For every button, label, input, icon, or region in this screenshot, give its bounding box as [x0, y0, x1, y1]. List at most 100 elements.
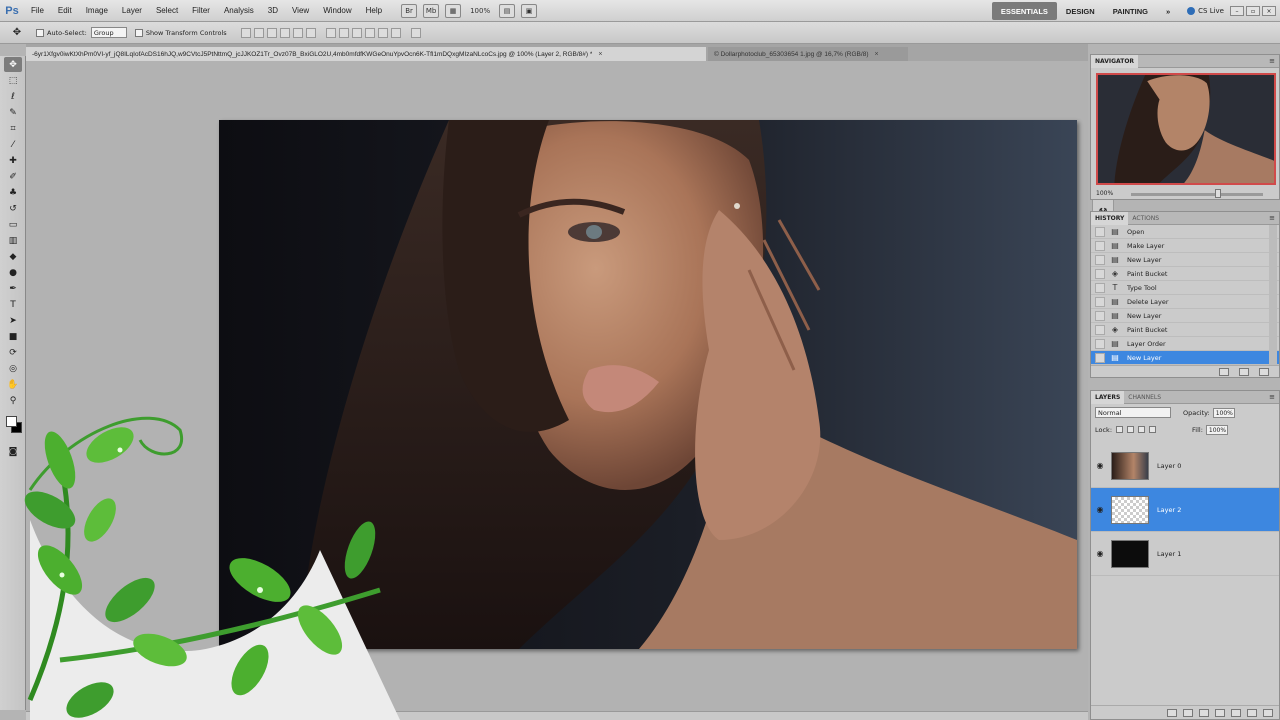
- panel-menu-icon[interactable]: ≡: [1269, 57, 1275, 65]
- tab-channels[interactable]: CHANNELS: [1124, 391, 1165, 404]
- auto-align-icon[interactable]: [410, 27, 421, 38]
- 3d-rotate-tool-icon[interactable]: ⟳: [4, 345, 22, 360]
- 3d-orbit-tool-icon[interactable]: ◎: [4, 361, 22, 376]
- align-middle-icon[interactable]: [253, 27, 264, 38]
- align-left-icon[interactable]: [279, 27, 290, 38]
- eraser-tool-icon[interactable]: ▭: [4, 217, 22, 232]
- history-brush-source-box[interactable]: [1095, 352, 1105, 363]
- menu-3d[interactable]: 3D: [261, 6, 285, 15]
- history-scrollbar[interactable]: [1269, 225, 1277, 365]
- history-brush-source-box[interactable]: [1095, 296, 1105, 307]
- workspace-more-button[interactable]: »: [1157, 0, 1179, 22]
- navigator-zoom-value[interactable]: 100%: [1096, 190, 1113, 197]
- history-item[interactable]: ▤ Layer Order: [1091, 337, 1279, 351]
- lock-all-icon[interactable]: [1149, 426, 1157, 433]
- eye-icon[interactable]: ◉: [1093, 461, 1107, 470]
- eye-icon[interactable]: ◉: [1093, 505, 1107, 514]
- panel-menu-icon[interactable]: ≡: [1269, 393, 1275, 401]
- menu-image[interactable]: Image: [79, 6, 115, 15]
- lock-transparency-icon[interactable]: [1116, 426, 1124, 433]
- document-canvas[interactable]: [219, 120, 1077, 649]
- tab-actions[interactable]: ACTIONS: [1128, 212, 1163, 225]
- navigator-preview[interactable]: [1096, 73, 1276, 185]
- distribute-center-icon[interactable]: [377, 27, 388, 38]
- pen-tool-icon[interactable]: ✒: [4, 281, 22, 296]
- history-brush-source-box[interactable]: [1095, 268, 1105, 279]
- show-transform-checkbox[interactable]: [134, 28, 143, 37]
- move-tool-preset-icon[interactable]: ✥: [6, 25, 28, 41]
- tab-close-icon[interactable]: ×: [598, 51, 602, 58]
- screen-mode-icon[interactable]: ▣: [521, 3, 538, 18]
- new-snapshot-icon[interactable]: [1239, 367, 1249, 376]
- history-item[interactable]: ◈ Paint Bucket: [1091, 267, 1279, 281]
- history-brush-tool-icon[interactable]: ↺: [4, 201, 22, 216]
- menu-layer[interactable]: Layer: [115, 6, 149, 15]
- distribute-middle-icon[interactable]: [338, 27, 349, 38]
- history-brush-source-box[interactable]: [1095, 310, 1105, 321]
- cs-live-button[interactable]: CS Live: [1187, 7, 1224, 15]
- minibridge-icon[interactable]: Mb: [423, 3, 440, 18]
- align-top-icon[interactable]: [240, 27, 251, 38]
- healing-brush-tool-icon[interactable]: ✚: [4, 153, 22, 168]
- new-group-icon[interactable]: [1231, 708, 1241, 717]
- history-item[interactable]: ▤ Delete Layer: [1091, 295, 1279, 309]
- navigator-zoom-slider[interactable]: [1131, 193, 1263, 196]
- delete-layer-icon[interactable]: [1263, 708, 1273, 717]
- distribute-bottom-icon[interactable]: [351, 27, 362, 38]
- menu-window[interactable]: Window: [316, 6, 358, 15]
- move-tool-icon[interactable]: ✥: [4, 57, 22, 72]
- layer-name[interactable]: Layer 0: [1157, 462, 1181, 470]
- lasso-tool-icon[interactable]: ℓ: [4, 89, 22, 104]
- blend-mode-select[interactable]: Normal: [1095, 407, 1171, 418]
- tab-history[interactable]: HISTORY: [1091, 211, 1129, 225]
- eyedropper-tool-icon[interactable]: ⁄: [4, 137, 22, 152]
- document-tab-inactive[interactable]: © Dollarphotoclub_65303654 1.jpg @ 16,7%…: [708, 47, 908, 61]
- distribute-right-icon[interactable]: [390, 27, 401, 38]
- shape-tool-icon[interactable]: ■: [4, 329, 22, 344]
- type-tool-icon[interactable]: T: [4, 297, 22, 312]
- link-layers-icon[interactable]: [1167, 708, 1177, 717]
- history-item-selected[interactable]: ▤ New Layer: [1091, 351, 1279, 365]
- navigator-zoom-knob[interactable]: [1215, 189, 1221, 198]
- history-item[interactable]: ▤ New Layer: [1091, 309, 1279, 323]
- new-layer-icon[interactable]: [1247, 708, 1257, 717]
- menu-file[interactable]: File: [24, 6, 51, 15]
- history-brush-source-box[interactable]: [1095, 338, 1105, 349]
- tab-navigator[interactable]: NAVIGATOR: [1091, 54, 1139, 68]
- quick-mask-icon[interactable]: ◙: [4, 444, 22, 459]
- history-brush-source-box[interactable]: [1095, 226, 1105, 237]
- menu-filter[interactable]: Filter: [185, 6, 217, 15]
- new-document-from-state-icon[interactable]: [1219, 367, 1229, 376]
- lock-position-icon[interactable]: [1138, 426, 1146, 433]
- history-item[interactable]: T Type Tool: [1091, 281, 1279, 295]
- brush-tool-icon[interactable]: ✐: [4, 169, 22, 184]
- close-button[interactable]: ×: [1262, 6, 1276, 16]
- delete-state-icon[interactable]: [1259, 367, 1269, 376]
- workspace-painting[interactable]: PAINTING: [1104, 0, 1157, 22]
- history-item[interactable]: ▤ Open: [1091, 225, 1279, 239]
- zoom-tool-icon[interactable]: ⚲: [4, 393, 22, 408]
- menu-select[interactable]: Select: [149, 6, 185, 15]
- align-right-icon[interactable]: [305, 27, 316, 38]
- align-center-icon[interactable]: [292, 27, 303, 38]
- auto-select-checkbox[interactable]: [36, 28, 44, 37]
- layer-name[interactable]: Layer 2: [1157, 506, 1181, 514]
- layer-mask-icon[interactable]: [1199, 708, 1209, 717]
- color-swatches[interactable]: [3, 414, 23, 438]
- panel-menu-icon[interactable]: ≡: [1269, 214, 1275, 222]
- history-item[interactable]: ▤ Make Layer: [1091, 239, 1279, 253]
- path-select-tool-icon[interactable]: ➤: [4, 313, 22, 328]
- history-item[interactable]: ▤ New Layer: [1091, 253, 1279, 267]
- menu-analysis[interactable]: Analysis: [217, 6, 261, 15]
- workspace-essentials[interactable]: ESSENTIALS: [991, 2, 1057, 20]
- blur-tool-icon[interactable]: ◆: [4, 249, 22, 264]
- crop-tool-icon[interactable]: ⌗: [4, 121, 22, 136]
- align-bottom-icon[interactable]: [266, 27, 277, 38]
- menu-help[interactable]: Help: [359, 6, 389, 15]
- history-item[interactable]: ◈ Paint Bucket: [1091, 323, 1279, 337]
- opacity-input[interactable]: 100%: [1212, 407, 1235, 418]
- distribute-left-icon[interactable]: [364, 27, 375, 38]
- layer-style-icon[interactable]: [1183, 708, 1193, 717]
- fill-input[interactable]: 100%: [1205, 424, 1228, 435]
- eye-icon[interactable]: ◉: [1093, 549, 1107, 558]
